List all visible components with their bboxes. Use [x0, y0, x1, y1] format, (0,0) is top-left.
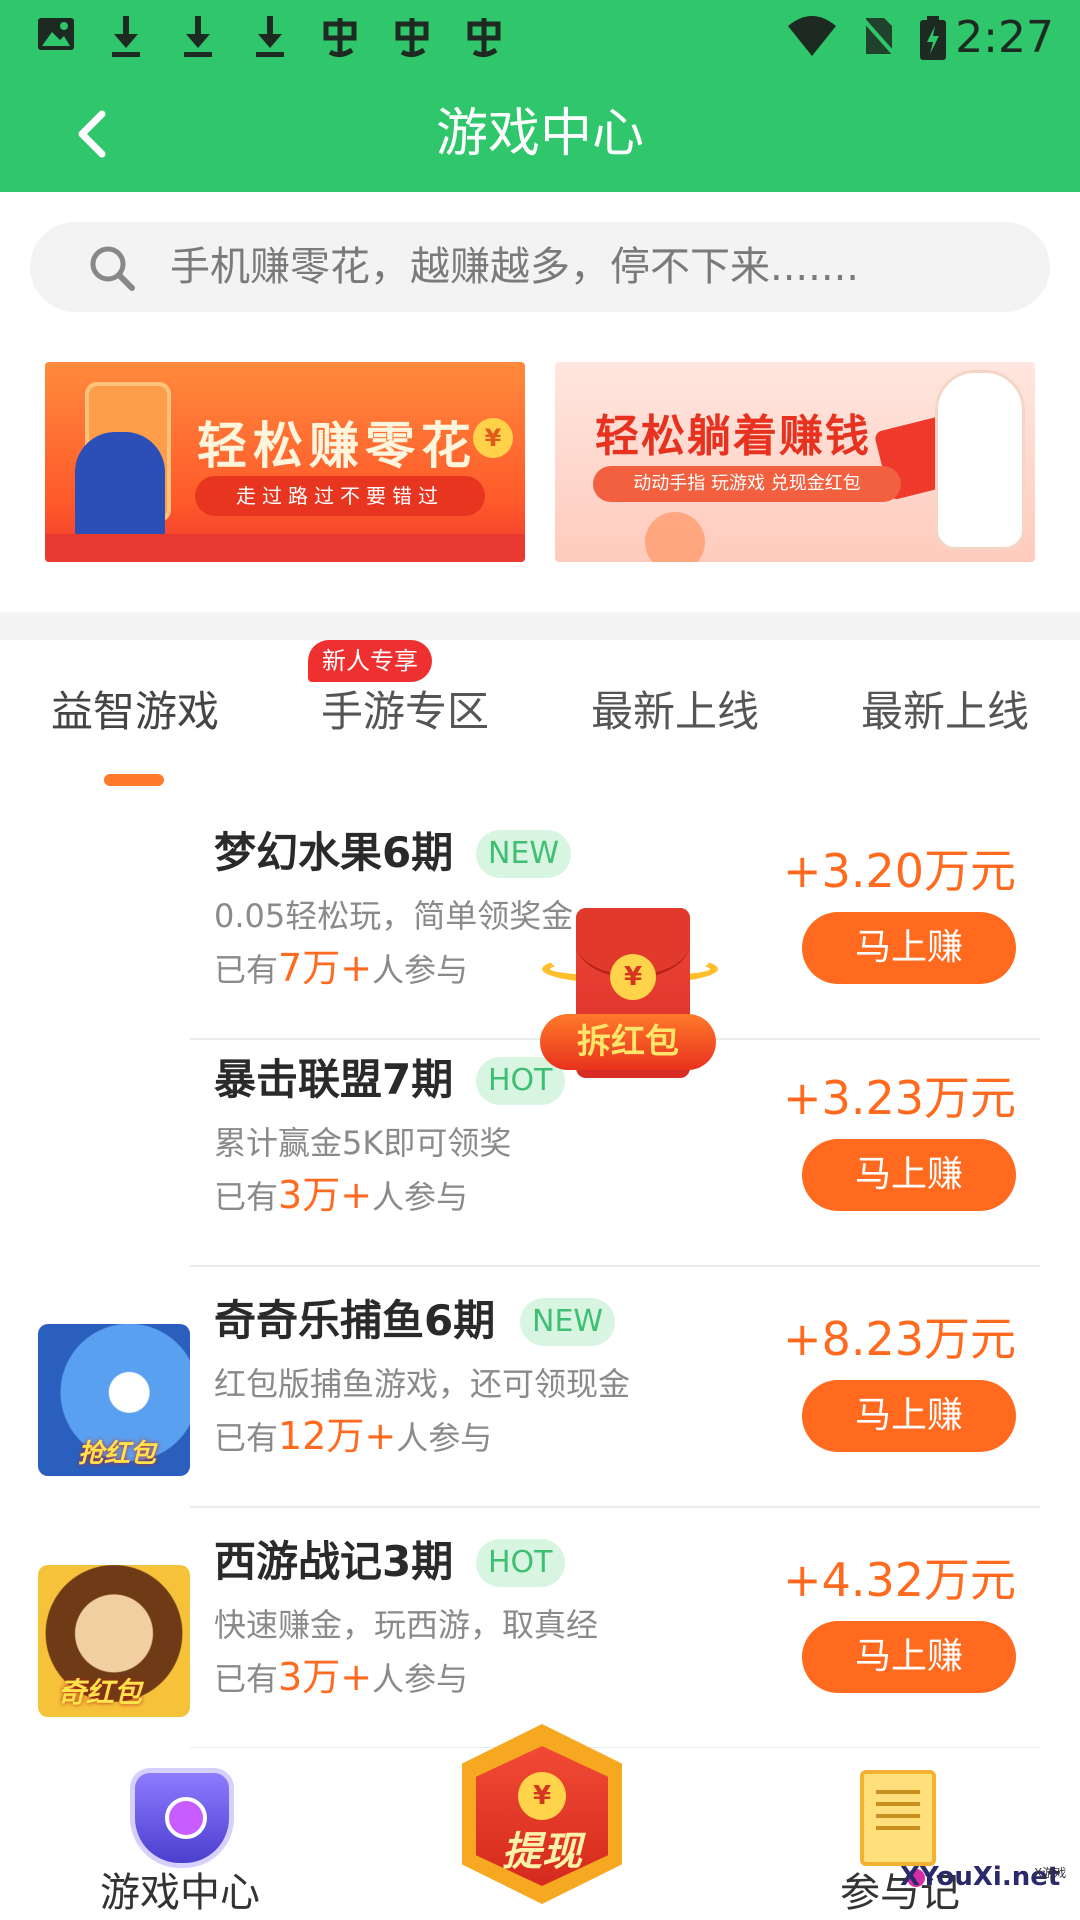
game-tag: NEW [520, 1298, 616, 1346]
tab-newest-2[interactable]: 最新上线 [810, 680, 1080, 744]
game-name: 西游战记3期 [214, 1537, 454, 1586]
reward-amount: +8.23万元 [783, 1312, 1016, 1366]
download-icon [248, 14, 292, 62]
game-description: 快速赚金，玩西游，取真经 [214, 1606, 599, 1644]
count-suffix: 人参与 [372, 951, 469, 989]
reward-amount: +3.20万元 [783, 844, 1016, 898]
nav-withdraw[interactable]: ¥ 提现 [452, 1724, 632, 1920]
battery-charging-icon [918, 14, 948, 62]
participant-count: 已有12万+人参与 [214, 1412, 492, 1462]
game-name: 暴击联盟7期 [214, 1055, 454, 1104]
watermark-small: X游戏 [1034, 1866, 1067, 1880]
fishing-game-thumbnail: 抢红包 [38, 1324, 190, 1476]
banner-title: 轻松躺着赚钱 [595, 411, 871, 462]
banner-title: 轻松赚零花 [197, 417, 477, 475]
app-notification-icon [390, 14, 434, 62]
status-bar: 2:27 [0, 0, 1080, 76]
count-number: 3万+ [278, 1173, 373, 1217]
earn-now-button[interactable]: 马上赚 [802, 1621, 1016, 1693]
leaf-illustration [645, 512, 705, 562]
open-envelope-label: 拆红包 [540, 1014, 716, 1070]
game-name: 梦幻水果6期 [214, 828, 454, 877]
nav-game-center[interactable]: 游戏中心 [80, 1748, 280, 1920]
count-prefix: 已有 [214, 1178, 279, 1216]
participant-count: 已有7万+人参与 [214, 944, 468, 994]
count-prefix: 已有 [214, 1419, 279, 1457]
status-time: 2:27 [955, 12, 1054, 63]
thumbnail-label: 奇红包 [58, 1676, 143, 1709]
nav-label: 游戏中心 [100, 1870, 260, 1916]
earn-now-button[interactable]: 马上赚 [802, 912, 1016, 984]
count-suffix: 人参与 [396, 1419, 493, 1457]
search-input[interactable]: 手机赚零花，越赚越多，停不下来....... [30, 222, 1050, 312]
count-suffix: 人参与 [372, 1660, 469, 1698]
row-divider [190, 1265, 1040, 1267]
download-icon [104, 14, 148, 62]
no-sim-icon [856, 14, 900, 62]
coin-icon: ¥ [473, 418, 513, 458]
game-name: 奇奇乐捕鱼6期 [214, 1296, 496, 1345]
banner-subtitle: 走过路过不要错过 [195, 476, 485, 516]
girl-illustration [935, 370, 1025, 550]
document-icon [860, 1770, 936, 1866]
app-notification-icon [318, 14, 362, 62]
earn-now-button[interactable]: 马上赚 [802, 1380, 1016, 1452]
reward-amount: +3.23万元 [783, 1071, 1016, 1125]
count-number: 12万+ [278, 1414, 397, 1458]
count-suffix: 人参与 [372, 1178, 469, 1216]
search-placeholder: 手机赚零花，越赚越多，停不下来....... [170, 244, 860, 290]
nav-participation-records[interactable]: 参与记 [800, 1748, 1000, 1920]
coin-icon: ¥ [518, 1772, 566, 1820]
game-description: 0.05轻松玩，简单领奖金 [214, 897, 574, 935]
shield-icon [130, 1768, 234, 1868]
count-prefix: 已有 [214, 1660, 279, 1698]
participant-count: 已有3万+人参与 [214, 1171, 468, 1221]
wifi-icon [786, 14, 838, 62]
count-number: 7万+ [278, 946, 373, 990]
section-divider [0, 612, 1080, 640]
game-row[interactable]: 奇红包 西游战记3期 HOT 快速赚金，玩西游，取真经 已有3万+人参与 +4.… [0, 1509, 1080, 1749]
banner-earn-lying-down[interactable]: 轻松躺着赚钱 动动手指 玩游戏 兑现金红包 [555, 362, 1035, 562]
top-bar: 2:27 游戏中心 [0, 0, 1080, 192]
banner-earn-pocket-money[interactable]: 轻松赚零花 ¥ 走过路过不要错过 [45, 362, 525, 562]
row-divider [190, 1506, 1040, 1508]
coin-icon: ¥ [610, 954, 656, 1000]
game-tag: NEW [476, 830, 572, 878]
thumbnail-label: 抢红包 [78, 1439, 157, 1469]
tab-puzzle-games[interactable]: 益智游戏 [0, 680, 270, 744]
game-description: 累计赢金5K即可领奖 [214, 1124, 512, 1162]
banner-strip [45, 534, 525, 562]
game-row[interactable]: 抢红包 奇奇乐捕鱼6期 NEW 红包版捕鱼游戏，还可领现金 已有12万+人参与 … [0, 1268, 1080, 1508]
search-icon [86, 242, 138, 294]
image-icon [34, 14, 78, 62]
game-description: 红包版捕鱼游戏，还可领现金 [214, 1365, 631, 1403]
tab-mobile-games[interactable]: 手游专区 [270, 680, 540, 744]
withdraw-label: 提现 [502, 1829, 582, 1875]
new-user-badge: 新人专享 [308, 640, 432, 682]
page-title: 游戏中心 [435, 104, 644, 164]
app-notification-icon [462, 14, 506, 62]
banner-subtitle: 动动手指 玩游戏 兑现金红包 [593, 466, 901, 502]
monkey-game-thumbnail: 奇红包 [38, 1565, 190, 1717]
person-illustration [75, 432, 165, 542]
tab-newest-1[interactable]: 最新上线 [540, 680, 810, 744]
reward-amount: +4.32万元 [783, 1553, 1016, 1607]
earn-now-button[interactable]: 马上赚 [802, 1139, 1016, 1211]
count-prefix: 已有 [214, 951, 279, 989]
count-number: 3万+ [278, 1655, 373, 1699]
game-tag: HOT [476, 1539, 565, 1587]
participant-count: 已有3万+人参与 [214, 1653, 468, 1703]
download-icon [176, 14, 220, 62]
tab-indicator [104, 774, 164, 786]
open-red-envelope-button[interactable]: ¥ 拆红包 [540, 904, 720, 1084]
